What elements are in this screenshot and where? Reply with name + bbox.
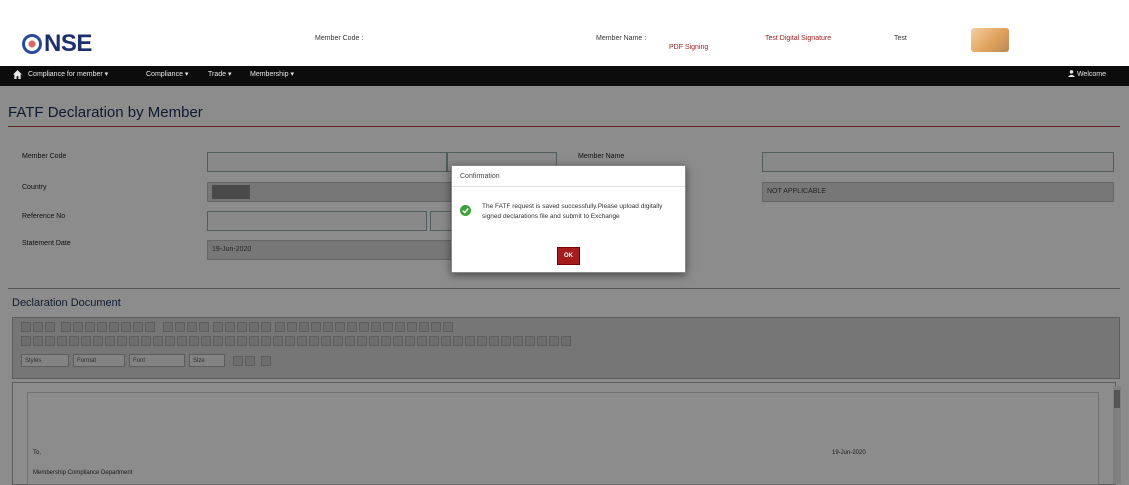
nav-compliance[interactable]: Compliance ▾ (146, 70, 188, 78)
home-icon[interactable] (13, 70, 22, 79)
nav-compliance-for-member[interactable]: Compliance for member ▾ (28, 70, 108, 78)
nav-trade-label: Trade (208, 71, 227, 78)
member-code-header-label: Member Code : (315, 35, 364, 42)
dialog-title: Confirmation (460, 173, 500, 180)
nse-logo[interactable]: NSE (22, 30, 92, 58)
nav-compliance-for-member-label: Compliance for member (28, 71, 103, 78)
success-check-icon (460, 205, 471, 216)
top-header (0, 24, 1129, 66)
member-name-header-label: Member Name : (596, 35, 647, 42)
welcome-label: Welcome (1076, 71, 1106, 78)
dialog-message: The FATF request is saved successfully.P… (482, 203, 663, 220)
nav-membership[interactable]: Membership ▾ (250, 70, 294, 78)
logo-text: NSE (44, 30, 92, 57)
nav-membership-label: Membership (250, 71, 289, 78)
emblem-logo (971, 28, 1009, 52)
test-label: Test (894, 35, 907, 42)
nse-logo-icon (22, 34, 42, 54)
user-icon (1068, 70, 1075, 77)
test-digital-signature-label: Test Digital Signature (765, 35, 832, 42)
nav-trade[interactable]: Trade ▾ (208, 70, 232, 78)
modal-overlay (0, 86, 1129, 485)
nav-compliance-label: Compliance (146, 71, 183, 78)
welcome-menu[interactable]: Welcome (1068, 70, 1106, 78)
pdf-signing-label: PDF Signing (669, 44, 709, 51)
dialog-divider (452, 186, 685, 187)
ok-button[interactable]: OK (557, 247, 580, 265)
